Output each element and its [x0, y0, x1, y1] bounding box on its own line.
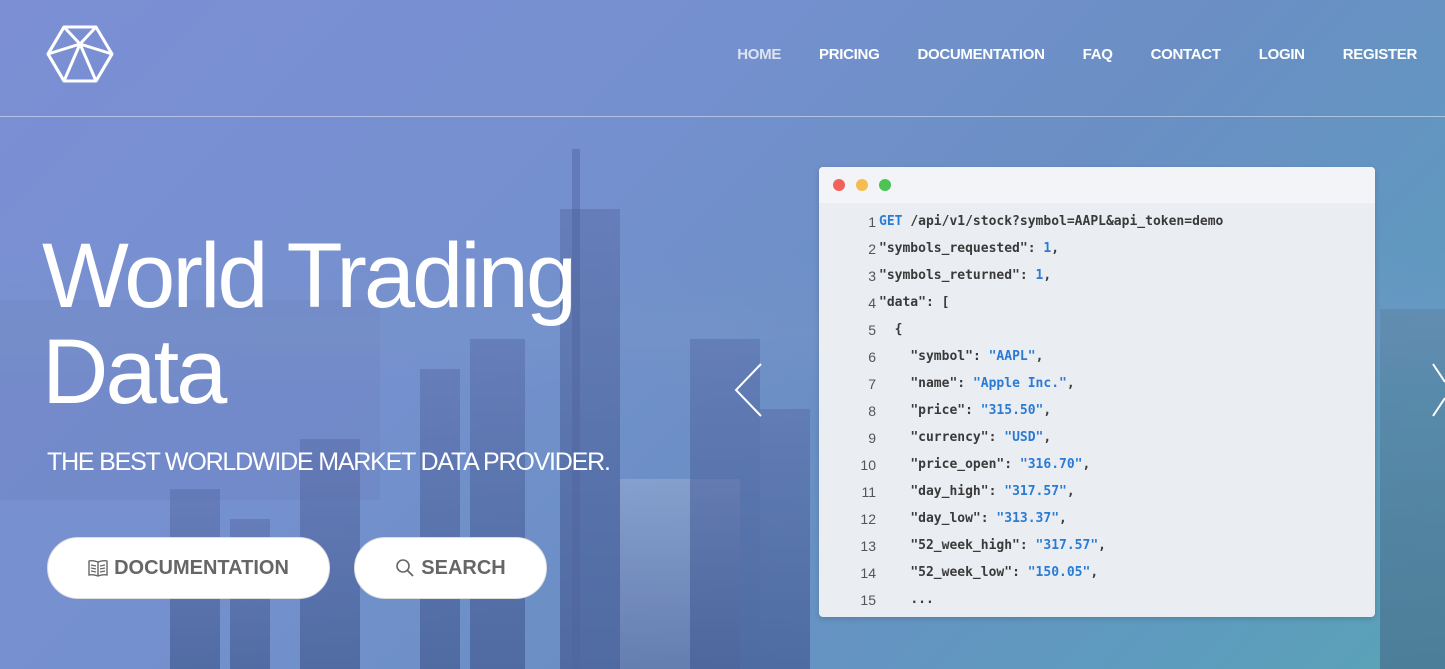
- line-number: 1: [868, 213, 876, 230]
- code-line: 8 "price": "315.50",: [819, 397, 1375, 424]
- code-key: GET: [879, 214, 903, 229]
- code-line: 5 {: [819, 316, 1375, 343]
- line-number: 14: [860, 564, 876, 581]
- code-line: 12 "day_low": "313.37",: [819, 505, 1375, 532]
- code-line: 15 ...: [819, 586, 1375, 613]
- code-text: "52_week_high": "317.57",: [910, 538, 1106, 553]
- code-text: "data": [: [879, 295, 950, 310]
- code-line: 14 "52_week_low": "150.05",: [819, 559, 1375, 586]
- code-text: "52_week_low": "150.05",: [910, 565, 1099, 580]
- code-key: "52_week_high": [910, 538, 1020, 553]
- code-line: 9 "currency": "USD",: [819, 424, 1375, 451]
- code-value: "313.37": [996, 511, 1060, 526]
- code-key: "symbols_returned": [879, 268, 1020, 283]
- search-icon: [395, 558, 415, 578]
- nav-documentation[interactable]: DOCUMENTATION: [917, 46, 1045, 63]
- book-icon: [88, 559, 108, 577]
- search-button[interactable]: SEARCH: [354, 537, 547, 599]
- hero-title-line-1: World Trading: [42, 225, 577, 327]
- line-number: 3: [868, 267, 876, 284]
- main-nav: HOME PRICING DOCUMENTATION FAQ CONTACT L…: [699, 46, 1417, 63]
- code-value: "AAPL": [988, 349, 1036, 364]
- line-number: 2: [868, 240, 876, 257]
- code-line: 6 "symbol": "AAPL",: [819, 343, 1375, 370]
- chevron-right-icon[interactable]: [1431, 362, 1445, 423]
- code-value: 1: [1043, 241, 1052, 256]
- code-value: "317.57": [1035, 538, 1099, 553]
- code-value: "317.57": [1004, 484, 1067, 499]
- code-key: "name": [910, 376, 958, 391]
- code-value: 1: [1035, 268, 1044, 283]
- hero-title: World Trading Data: [42, 228, 742, 420]
- nav-login[interactable]: LOGIN: [1259, 46, 1305, 63]
- code-text: "day_low": "313.37",: [910, 511, 1067, 526]
- code-body: 1 GET /api/v1/stock?symbol=AAPL&api_token…: [819, 203, 1375, 613]
- code-line: 7 "name": "Apple Inc.",: [819, 370, 1375, 397]
- hero-subtitle: THE BEST WORLDWIDE MARKET DATA PROVIDER.: [47, 448, 611, 476]
- nav-faq[interactable]: FAQ: [1083, 46, 1113, 63]
- close-dot: [833, 179, 845, 191]
- code-key: ...: [910, 592, 934, 607]
- code-line: 10 "price_open": "316.70",: [819, 451, 1375, 478]
- line-number: 12: [860, 510, 876, 527]
- code-text: "price": "315.50",: [910, 403, 1052, 418]
- code-text: GET /api/v1/stock?symbol=AAPL&api_token=…: [879, 214, 1224, 229]
- nav-pricing[interactable]: PRICING: [819, 46, 880, 63]
- chevron-left-icon[interactable]: [733, 362, 763, 423]
- code-key: "price": [910, 403, 966, 418]
- code-key: "52_week_low": [910, 565, 1013, 580]
- code-text: "symbols_returned": 1,: [879, 268, 1052, 283]
- code-text: "currency": "USD",: [910, 430, 1052, 445]
- nav-home[interactable]: HOME: [737, 46, 781, 63]
- line-number: 6: [868, 348, 876, 365]
- line-number: 11: [861, 483, 876, 500]
- code-line: 3 "symbols_returned": 1,: [819, 262, 1375, 289]
- search-button-label: SEARCH: [421, 556, 506, 579]
- code-text: "name": "Apple Inc.",: [910, 376, 1075, 391]
- line-number: 15: [860, 591, 876, 608]
- nav-register[interactable]: REGISTER: [1343, 46, 1418, 63]
- line-number: 7: [868, 375, 876, 392]
- code-key: "day_low": [910, 511, 981, 526]
- code-text: ...: [879, 592, 934, 607]
- code-line: 11 "day_high": "317.57",: [819, 478, 1375, 505]
- code-example-window: 1 GET /api/v1/stock?symbol=AAPL&api_token…: [819, 167, 1375, 617]
- code-key: "currency": [910, 430, 989, 445]
- code-value: "316.70": [1019, 457, 1083, 472]
- code-text: "price_open": "316.70",: [910, 457, 1091, 472]
- top-navbar: HOME PRICING DOCUMENTATION FAQ CONTACT L…: [0, 0, 1445, 117]
- documentation-button-label: DOCUMENTATION: [114, 556, 289, 579]
- documentation-button[interactable]: DOCUMENTATION: [47, 537, 330, 599]
- code-key: "day_high": [910, 484, 989, 499]
- code-key: "symbols_requested": [879, 241, 1028, 256]
- minimize-dot: [856, 179, 868, 191]
- code-key: {: [894, 322, 903, 337]
- code-value: "150.05": [1027, 565, 1091, 580]
- code-key: "data": [879, 295, 926, 310]
- code-text: "day_high": "317.57",: [910, 484, 1075, 499]
- code-line: 2 "symbols_requested": 1,: [819, 235, 1375, 262]
- line-number: 10: [860, 456, 876, 473]
- hero-title-line-2: Data: [42, 321, 227, 423]
- code-line: 1 GET /api/v1/stock?symbol=AAPL&api_token…: [819, 208, 1375, 235]
- code-value: "USD": [1004, 430, 1044, 445]
- line-number: 5: [868, 321, 876, 338]
- line-number: 13: [860, 537, 876, 554]
- code-line: 4 "data": [: [819, 289, 1375, 316]
- code-window-titlebar: [819, 167, 1375, 203]
- code-line: 13 "52_week_high": "317.57",: [819, 532, 1375, 559]
- code-text: "symbols_requested": 1,: [879, 241, 1060, 256]
- line-number: 9: [868, 429, 876, 446]
- nav-contact[interactable]: CONTACT: [1151, 46, 1221, 63]
- code-text: "symbol": "AAPL",: [910, 349, 1044, 364]
- polyhedron-logo-icon[interactable]: [46, 24, 114, 84]
- maximize-dot: [879, 179, 891, 191]
- code-key: "symbol": [910, 349, 973, 364]
- code-value: "Apple Inc.": [972, 376, 1067, 391]
- code-value: "315.50": [980, 403, 1044, 418]
- line-number: 4: [868, 294, 876, 311]
- code-text: {: [879, 322, 903, 337]
- code-key: "price_open": [910, 457, 1005, 472]
- line-number: 8: [868, 402, 876, 419]
